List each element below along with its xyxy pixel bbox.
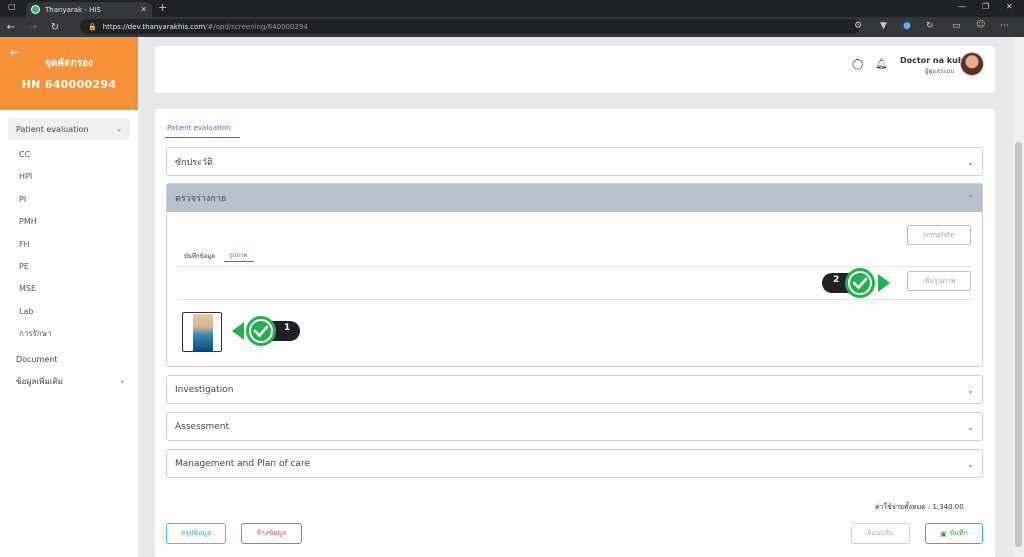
puzzle-icon[interactable]: ● [903, 21, 911, 31]
sidebar-item-mse[interactable]: MSE [0, 278, 138, 300]
browser-tabbar: ▢ Thanyarak - HIS ✕ + — ❐ ✕ [0, 0, 1024, 17]
forward-arrow-icon[interactable]: → [22, 22, 44, 33]
new-tab-icon[interactable]: + [158, 1, 167, 14]
sidebar-hn: HN 640000294 [21, 78, 117, 91]
chevron-down-icon: ⌄ [967, 422, 974, 432]
avatar[interactable] [960, 52, 984, 76]
chevron-up-icon: ⌃ [967, 193, 974, 203]
sidebar-item-document[interactable]: Document [0, 349, 138, 371]
annotation-marker-1 [232, 316, 300, 346]
vpn-icon[interactable]: ▼ [880, 21, 887, 31]
extension-icon[interactable]: ⚙ [854, 21, 862, 31]
sidebar-more-label: ข้อมูลเพิ่มเติม [16, 376, 63, 386]
sidebar-item-hpi[interactable]: HPI [0, 166, 138, 188]
tab-underline [165, 137, 240, 138]
summary-button[interactable]: สรุปข้อมูล [166, 523, 226, 544]
sidebar-item-cc[interactable]: CC [0, 144, 138, 166]
section-title-history: ซักประวัติ [175, 158, 213, 168]
accordion-management[interactable]: Management and Plan of care ⌄ [166, 449, 983, 478]
sidebar-group-label: Patient evaluation [16, 124, 89, 134]
section-title-management: Management and Plan of care [175, 459, 310, 469]
sidebar-title: จุดคัดกรอง [45, 58, 93, 69]
sidebar-document-label: Document [16, 354, 58, 364]
profile-icon[interactable]: ☺ [976, 20, 985, 30]
browser-tab[interactable]: Thanyarak - HIS ✕ [26, 2, 152, 17]
subtab-underline [224, 261, 254, 262]
sidebar-toggle-icon[interactable]: ▭ [952, 21, 961, 31]
restore-icon[interactable]: ❐ [982, 2, 989, 11]
bell-icon[interactable]: 🔔︎ [875, 59, 888, 70]
user-role: ผู้ดูแลระบบ [925, 68, 955, 75]
section-title-assessment: Assessment [175, 422, 229, 432]
total-cost: ค่าใช้จ่ายทั้งหมด : 1,340.00 [875, 503, 964, 511]
sidebar-item-pi[interactable]: PI [0, 189, 138, 211]
minimize-icon[interactable]: — [958, 2, 966, 11]
top-header: ◯ 🔔︎ Doctor na kub ผู้ดูแลระบบ [155, 46, 995, 93]
reload-icon[interactable]: ↻ [44, 22, 66, 33]
sidebar: ← จุดคัดกรอง HN 640000294 Patient evalua… [0, 37, 138, 557]
save-icon: ▣ [940, 529, 947, 538]
accordion-investigation[interactable]: Investigation ⌄ [166, 375, 983, 404]
sidebar-group-patient-evaluation[interactable]: Patient evaluation ⌄ [8, 118, 130, 140]
site-favicon-icon [31, 5, 40, 14]
lock-icon: 🔒 [88, 22, 97, 31]
sidebar-item-pe[interactable]: PE [0, 256, 138, 278]
chevron-down-icon: ⌄ [116, 125, 122, 133]
clear-button[interactable]: ล้างข้อมูล [241, 523, 302, 544]
page-scrollbar[interactable] [1013, 37, 1024, 557]
chevron-right-icon: › [120, 376, 124, 386]
image-thumbnail[interactable] [182, 312, 222, 352]
close-window-icon[interactable]: ✕ [1006, 2, 1013, 11]
accordion-assessment[interactable]: Assessment ⌄ [166, 412, 983, 441]
section-title-physical-exam: ตรวจร่างกาย [175, 194, 227, 204]
back-button[interactable]: ย้อนกลับ [851, 523, 910, 544]
accordion-history[interactable]: ซักประวัติ ⌄ [166, 147, 983, 176]
tab-menu-icon[interactable]: ▢ [8, 2, 16, 11]
refresh-ext-icon[interactable]: ↻ [926, 21, 934, 31]
address-bar[interactable]: 🔒 https://dev.thanyarakhis.com/#/opd/scr… [80, 19, 860, 34]
back-arrow-icon[interactable]: ← [0, 22, 22, 33]
sidebar-item-lab[interactable]: Lab [0, 301, 138, 323]
add-image-button[interactable]: เพิ่มรูปภาพ [907, 271, 971, 291]
save-button[interactable]: ▣ บันทึก [925, 523, 983, 544]
chevron-down-icon: ⌄ [967, 385, 974, 395]
sidebar-header: ← จุดคัดกรอง HN 640000294 [0, 37, 138, 110]
subtab-record[interactable]: บันทึกข้อมูล [184, 251, 215, 261]
more-menu-icon[interactable]: ⋯ [1000, 21, 1009, 31]
address-url: https://dev.thanyarakhis.com/#/opd/scree… [102, 22, 308, 31]
sidebar-item-more[interactable]: ข้อมูลเพิ่มเติม › [0, 371, 138, 393]
section-title-investigation: Investigation [175, 385, 234, 395]
chevron-down-icon: ⌄ [967, 157, 974, 167]
sidebar-item-pmh[interactable]: PMH [0, 211, 138, 233]
accordion-header-physical-exam[interactable]: ตรวจร่างกาย ⌃ [167, 184, 982, 212]
marker-number-1: 1 [284, 323, 291, 333]
tab-title: Thanyarak - HIS [45, 5, 101, 14]
save-label: บันทึก [949, 529, 968, 537]
chevron-down-icon: ⌄ [967, 459, 974, 469]
sidebar-item-fh[interactable]: FH [0, 234, 138, 256]
marker-number-2: 2 [833, 275, 840, 285]
tab-close-icon[interactable]: ✕ [140, 5, 147, 14]
scrollbar-thumb[interactable] [1015, 142, 1022, 547]
user-name: Doctor na kub [900, 56, 964, 65]
subtab-image[interactable]: รูปภาพ [229, 250, 247, 260]
annotation-marker-2 [822, 268, 890, 298]
template-button[interactable]: template [907, 225, 971, 245]
sidebar-item-treatment[interactable]: การรักษา [0, 323, 138, 345]
tab-patient-evaluation[interactable]: Patient evaluation [167, 124, 230, 132]
chat-icon[interactable]: ◯ [852, 59, 863, 70]
browser-toolbar: ← → ↻ 🔒 https://dev.thanyarakhis.com/#/o… [0, 17, 1024, 37]
